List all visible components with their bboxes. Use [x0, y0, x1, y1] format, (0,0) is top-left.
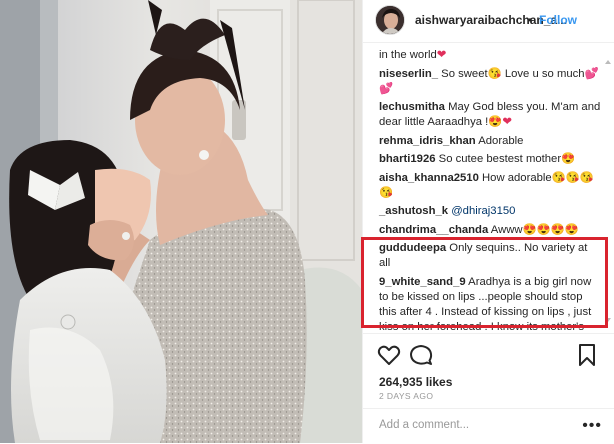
comments-container: in the world❤ niseserlin_ So sweet😘 Love … [379, 48, 601, 332]
separator-dot: • [528, 13, 533, 27]
scroll-down-icon[interactable] [605, 318, 611, 322]
comment-item: 9_white_sand_9 Aradhya is a big girl now… [379, 275, 601, 333]
comment-emoji: 😍 [561, 153, 576, 165]
more-options-icon[interactable]: ••• [582, 417, 602, 435]
comment-text: How adorable [482, 171, 552, 184]
comment-username[interactable]: niseserlin_ [379, 68, 438, 80]
comment-item: bharti1926 So cutee bestest mother😍 [379, 152, 601, 167]
post-photo[interactable] [0, 0, 362, 443]
comment-text: So sweet😘 Love u so much [441, 67, 585, 80]
post-photo-image [0, 0, 362, 443]
comment-text: Awww [490, 223, 523, 236]
heart-icon[interactable] [377, 343, 401, 367]
comment-emoji: 😍❤ [488, 116, 512, 128]
comment-username[interactable]: 9_white_sand_9 [379, 276, 466, 288]
comment-text: So cutee bestest mother [438, 153, 562, 165]
comments-list[interactable]: in the world❤ niseserlin_ So sweet😘 Love … [363, 42, 614, 332]
comment-item: in the world❤ [379, 48, 601, 63]
comment-item: niseserlin_ So sweet😘 Love u so much💕💕 [379, 67, 601, 97]
comment-username[interactable]: _ashutosh_k [379, 205, 448, 217]
comment-username[interactable]: lechusmitha [379, 101, 445, 113]
comments-scrollbar[interactable] [605, 60, 611, 322]
avatar-image [376, 6, 404, 34]
action-bar [363, 333, 614, 374]
comment-item: guddudeepa Only sequins.. No variety at … [379, 241, 601, 271]
follow-button[interactable]: Follow [539, 13, 577, 27]
avatar[interactable] [375, 5, 405, 35]
comment-username[interactable]: bharti1926 [379, 153, 436, 165]
bookmark-icon[interactable] [575, 343, 599, 367]
comment-item: lechusmitha May God bless you. M'am and … [379, 100, 601, 130]
comment-emoji: ❤ [436, 49, 447, 61]
comment-mention-link[interactable]: @dhiraj3150 [451, 205, 515, 217]
add-comment-input[interactable] [377, 418, 561, 432]
comment-icon[interactable] [409, 343, 433, 367]
comment-item: chandrima__chanda Awww😍😍😍😍 [379, 223, 601, 238]
scroll-up-icon[interactable] [605, 60, 611, 64]
comment-text: Adorable [478, 134, 524, 147]
comment-username[interactable]: rehma_idris_khan [379, 135, 476, 147]
likes-count[interactable]: 264,935 likes [379, 375, 452, 389]
comment-item: aisha_khanna2510 How adorable😘😘😘😘 [379, 171, 601, 201]
comment-item: rehma_idris_khan Adorable [379, 134, 601, 149]
comment-text: in the world [379, 49, 437, 61]
comment-username[interactable]: aisha_khanna2510 [379, 172, 479, 184]
post-sidebar: aishwaryaraibachchan_a... • Follow in th… [362, 0, 614, 443]
post-header: aishwaryaraibachchan_a... • Follow [363, 0, 614, 43]
post-time: 2 DAYS AGO [379, 391, 434, 401]
comment-username[interactable]: guddudeepa [379, 242, 446, 254]
comment-username[interactable]: chandrima__chanda [379, 224, 488, 236]
add-comment-bar: ••• [363, 408, 614, 444]
comment-item: _ashutosh_k @dhiraj3150 [379, 204, 601, 219]
comment-emoji: 😍😍😍😍 [522, 223, 579, 236]
